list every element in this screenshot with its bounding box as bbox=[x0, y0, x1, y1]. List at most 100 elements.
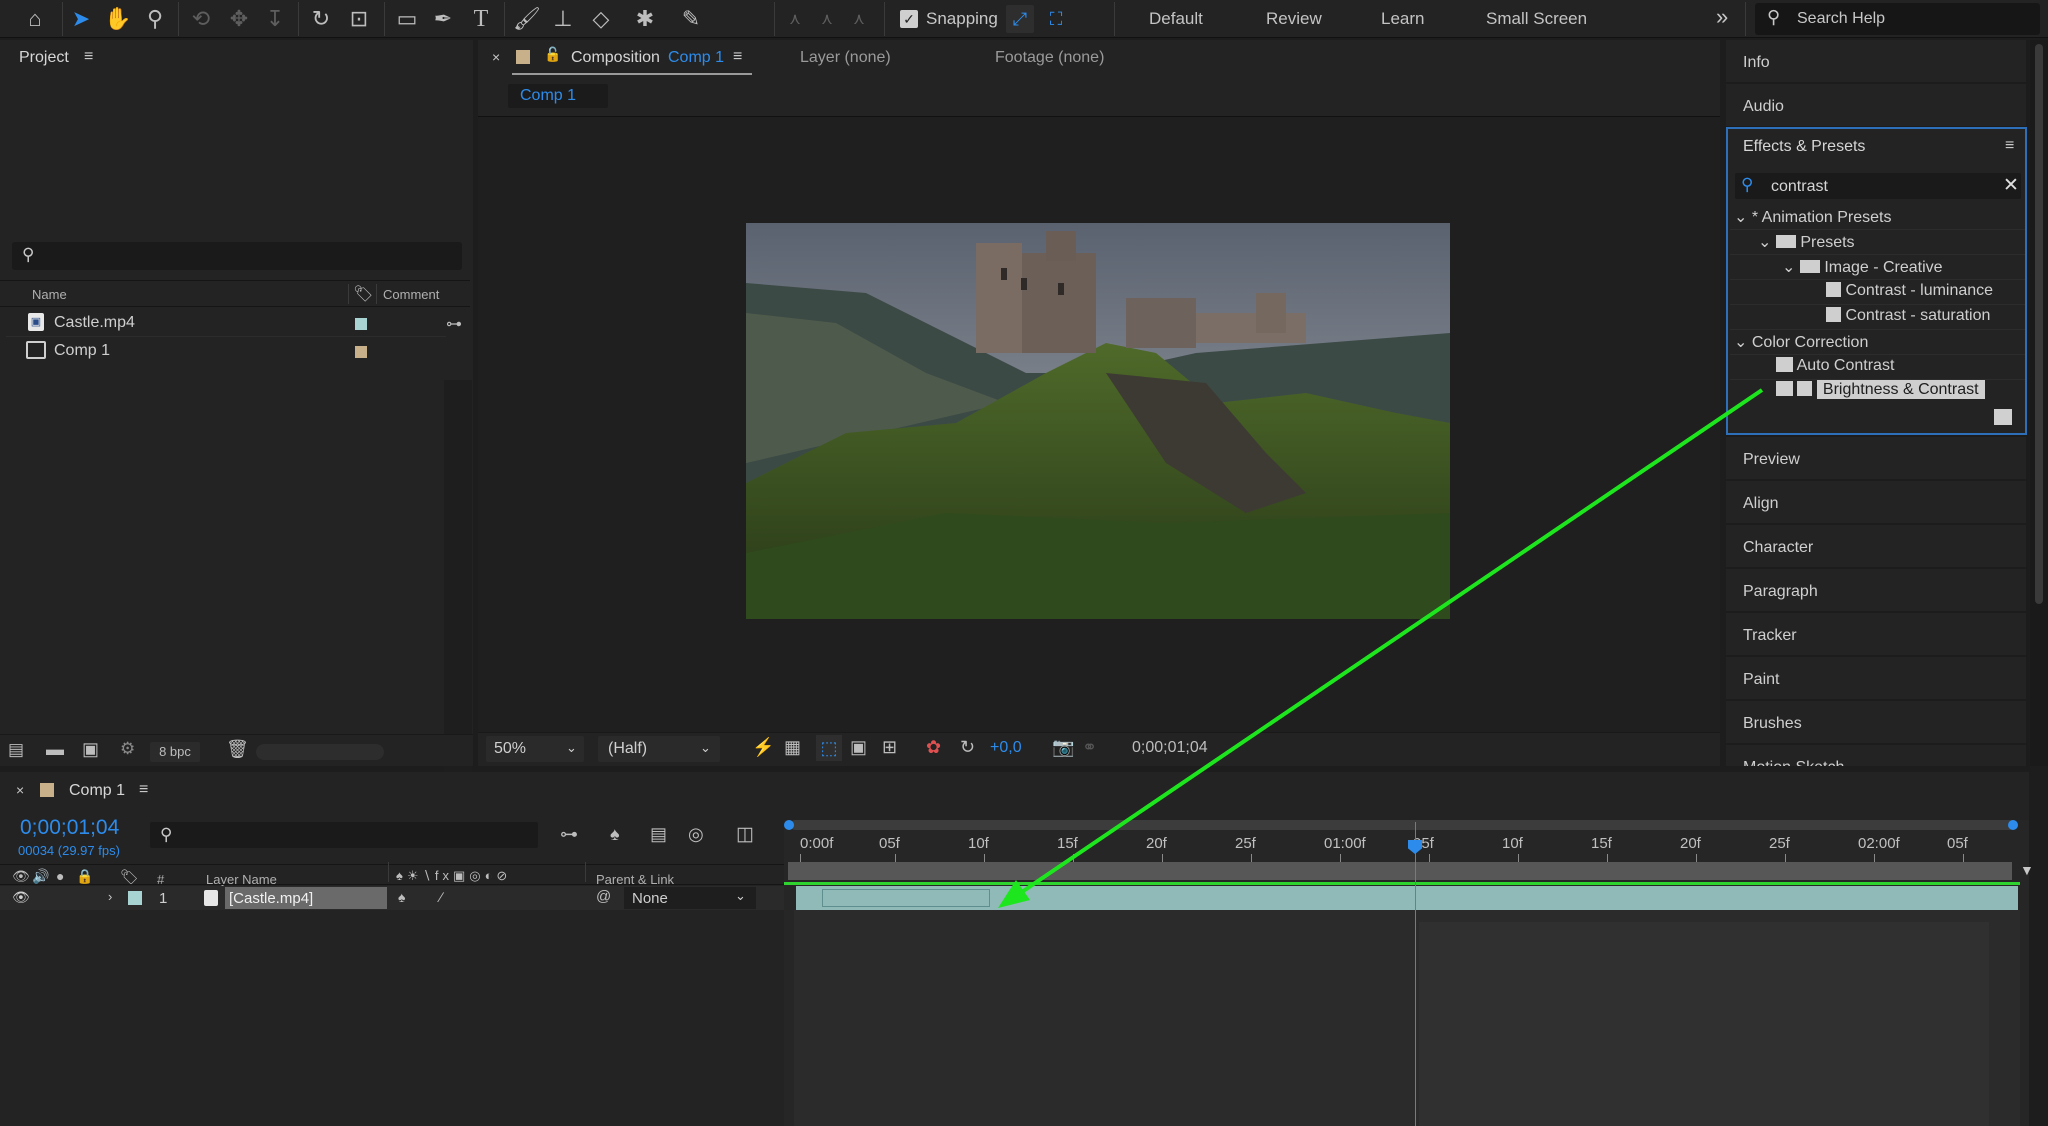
playhead[interactable] bbox=[1415, 822, 1416, 1126]
column-header-comment[interactable]: Comment bbox=[383, 287, 439, 302]
audio-toggle-icon[interactable]: 🔊 bbox=[32, 868, 49, 885]
pen-tool-icon[interactable]: ✒ bbox=[428, 4, 458, 34]
project-search-input[interactable]: ⚲ bbox=[12, 242, 462, 270]
work-area-start-handle[interactable] bbox=[784, 820, 794, 830]
fast-previews-icon[interactable]: ⚡ bbox=[752, 737, 774, 758]
puppet-tool-icon[interactable]: ✎ bbox=[676, 4, 706, 34]
timeline-tab-name[interactable]: Comp 1 bbox=[69, 782, 125, 800]
flowchart-icon[interactable]: ⊶ bbox=[446, 314, 462, 334]
label-color-swatch[interactable] bbox=[355, 346, 367, 358]
label-color-swatch[interactable] bbox=[355, 318, 367, 330]
work-area-bar[interactable] bbox=[790, 820, 2016, 830]
show-channel-icon[interactable]: ✿ bbox=[926, 737, 941, 758]
grid-guides-icon[interactable]: ⊞ bbox=[882, 737, 897, 758]
column-header-name[interactable]: Name bbox=[32, 287, 67, 302]
chevron-right-icon[interactable]: › bbox=[108, 889, 112, 904]
world-axis-icon[interactable]: ⋏ bbox=[812, 4, 842, 34]
workspace-small-screen[interactable]: Small Screen bbox=[1486, 9, 1587, 29]
tree-presets-folder[interactable]: ⌄ Presets bbox=[1758, 232, 1855, 252]
exposure-value[interactable]: +0,0 bbox=[990, 739, 1022, 757]
orbit-tool-icon[interactable]: ⟲ bbox=[186, 4, 216, 34]
snap-features-icon[interactable]: ⛶ bbox=[1042, 5, 1070, 33]
audio-panel-tab[interactable]: Audio bbox=[1726, 84, 2026, 126]
effects-search-input[interactable]: ⚲ contrast ✕ bbox=[1735, 173, 2021, 199]
hand-tool-icon[interactable]: ✋ bbox=[103, 4, 133, 34]
search-help-field[interactable]: ⚲ Search Help bbox=[1755, 3, 2040, 35]
layer-viewer-tab[interactable]: Layer (none) bbox=[800, 49, 891, 67]
footage-viewer-tab[interactable]: Footage (none) bbox=[995, 49, 1104, 67]
type-tool-icon[interactable]: T bbox=[466, 4, 496, 34]
new-composition-icon[interactable]: ▣ bbox=[82, 739, 99, 760]
comp-marker-bin-icon[interactable]: ▼ bbox=[2020, 862, 2036, 880]
reset-exposure-icon[interactable]: ↻ bbox=[960, 737, 975, 758]
eye-icon[interactable]: 👁 bbox=[12, 889, 30, 906]
tree-image-creative-folder[interactable]: ⌄ Image - Creative bbox=[1782, 257, 1943, 277]
local-axis-icon[interactable]: ⋏ bbox=[780, 4, 810, 34]
project-item-comp1[interactable]: Comp 1 bbox=[6, 338, 468, 366]
workspace-learn[interactable]: Learn bbox=[1381, 9, 1424, 29]
current-time-display[interactable]: 0;00;01;04 bbox=[1132, 739, 1208, 757]
project-settings-icon[interactable]: ⚙ bbox=[120, 739, 135, 759]
tree-contrast-luminance[interactable]: Contrast - luminance bbox=[1826, 282, 1993, 300]
paragraph-panel-tab[interactable]: Paragraph bbox=[1726, 569, 2026, 611]
timeline-menu-icon[interactable]: ≡ bbox=[139, 781, 148, 799]
label-color-swatch[interactable] bbox=[128, 891, 142, 905]
pick-whip-icon[interactable]: @ bbox=[596, 888, 611, 905]
project-item-castle[interactable]: ▣ Castle.mp4 ⊶ bbox=[6, 310, 468, 338]
bit-depth-button[interactable]: 8 bpc bbox=[150, 742, 200, 762]
frame-blending-icon[interactable]: ▤ bbox=[650, 824, 667, 845]
roto-brush-tool-icon[interactable]: ✱ bbox=[630, 4, 660, 34]
layer-switches-icons[interactable]: ♠☀∖fx▣◎◐⊘ bbox=[396, 868, 511, 884]
brush-tool-icon[interactable]: 🖌 bbox=[512, 4, 542, 34]
tree-brightness-contrast[interactable]: Brightness & Contrast bbox=[1776, 380, 1985, 399]
quality-switch-icon[interactable]: ∕ bbox=[440, 889, 442, 905]
resolution-dropdown[interactable]: (Half) ⌄ bbox=[598, 736, 720, 762]
new-preset-icon[interactable] bbox=[1994, 409, 2012, 425]
close-tab-icon[interactable]: × bbox=[16, 782, 24, 798]
region-of-interest-icon[interactable]: ▣ bbox=[850, 737, 867, 758]
eraser-tool-icon[interactable]: ◇ bbox=[586, 4, 616, 34]
close-tab-icon[interactable]: × bbox=[492, 49, 500, 65]
snap-edges-icon[interactable]: ⤢ bbox=[1006, 5, 1034, 33]
snapshot-camera-icon[interactable]: 📷 bbox=[1052, 737, 1074, 758]
workspaces-overflow-button[interactable]: » bbox=[1716, 4, 1728, 30]
pan-behind-tool-icon[interactable]: ⊡ bbox=[344, 4, 374, 34]
composition-tab-label[interactable]: Composition bbox=[571, 49, 660, 67]
graph-editor-icon[interactable]: ◫ bbox=[736, 823, 754, 846]
snapping-checkbox[interactable]: ✓ bbox=[900, 10, 918, 28]
tree-contrast-saturation[interactable]: Contrast - saturation bbox=[1826, 307, 1990, 325]
solo-toggle-icon[interactable]: ● bbox=[56, 868, 64, 884]
trash-icon[interactable]: 🗑 bbox=[226, 739, 249, 760]
label-tag-icon[interactable]: 🏷 bbox=[353, 284, 373, 304]
video-toggle-icon[interactable]: 👁 bbox=[12, 868, 30, 885]
tree-animation-presets[interactable]: ⌄ * Animation Presets bbox=[1734, 207, 1891, 227]
work-area-end-handle[interactable] bbox=[2008, 820, 2018, 830]
new-folder-icon[interactable]: ▬ bbox=[46, 739, 64, 760]
workspace-default[interactable]: Default bbox=[1149, 9, 1203, 29]
pan-tool-icon[interactable]: ✥ bbox=[224, 4, 254, 34]
rotate-tool-icon[interactable]: ↻ bbox=[306, 4, 336, 34]
project-panel-menu-icon[interactable]: ≡ bbox=[84, 48, 93, 66]
comp-breadcrumb[interactable]: Comp 1 bbox=[508, 84, 608, 108]
composition-tab-menu-icon[interactable]: ≡ bbox=[733, 48, 742, 66]
time-navigator[interactable] bbox=[788, 862, 2012, 880]
lock-toggle-icon[interactable]: 🔒 bbox=[76, 868, 93, 885]
zoom-tool-icon[interactable]: ⚲ bbox=[140, 4, 170, 34]
preview-panel-tab[interactable]: Preview bbox=[1726, 437, 2026, 479]
lock-icon[interactable]: 🔓 bbox=[544, 46, 561, 63]
clone-stamp-tool-icon[interactable]: ⊥ bbox=[548, 4, 578, 34]
clear-search-icon[interactable]: ✕ bbox=[2003, 174, 2019, 197]
workspace-review[interactable]: Review bbox=[1266, 9, 1322, 29]
view-axis-icon[interactable]: ⋏ bbox=[844, 4, 874, 34]
align-panel-tab[interactable]: Align bbox=[1726, 481, 2026, 523]
magnification-dropdown[interactable]: 50% ⌄ bbox=[486, 736, 584, 762]
mask-visibility-icon[interactable]: ⬚ bbox=[816, 735, 842, 761]
paint-panel-tab[interactable]: Paint bbox=[1726, 657, 2026, 699]
thumbnail-slider[interactable] bbox=[256, 744, 384, 760]
brushes-panel-tab[interactable]: Brushes bbox=[1726, 701, 2026, 743]
tracker-panel-tab[interactable]: Tracker bbox=[1726, 613, 2026, 655]
timeline-current-time[interactable]: 0;00;01;04 bbox=[20, 816, 119, 840]
info-panel-tab[interactable]: Info bbox=[1726, 40, 2026, 82]
effects-panel-menu-icon[interactable]: ≡ bbox=[2005, 137, 2014, 155]
interpret-footage-icon[interactable]: ▤ bbox=[8, 740, 24, 760]
